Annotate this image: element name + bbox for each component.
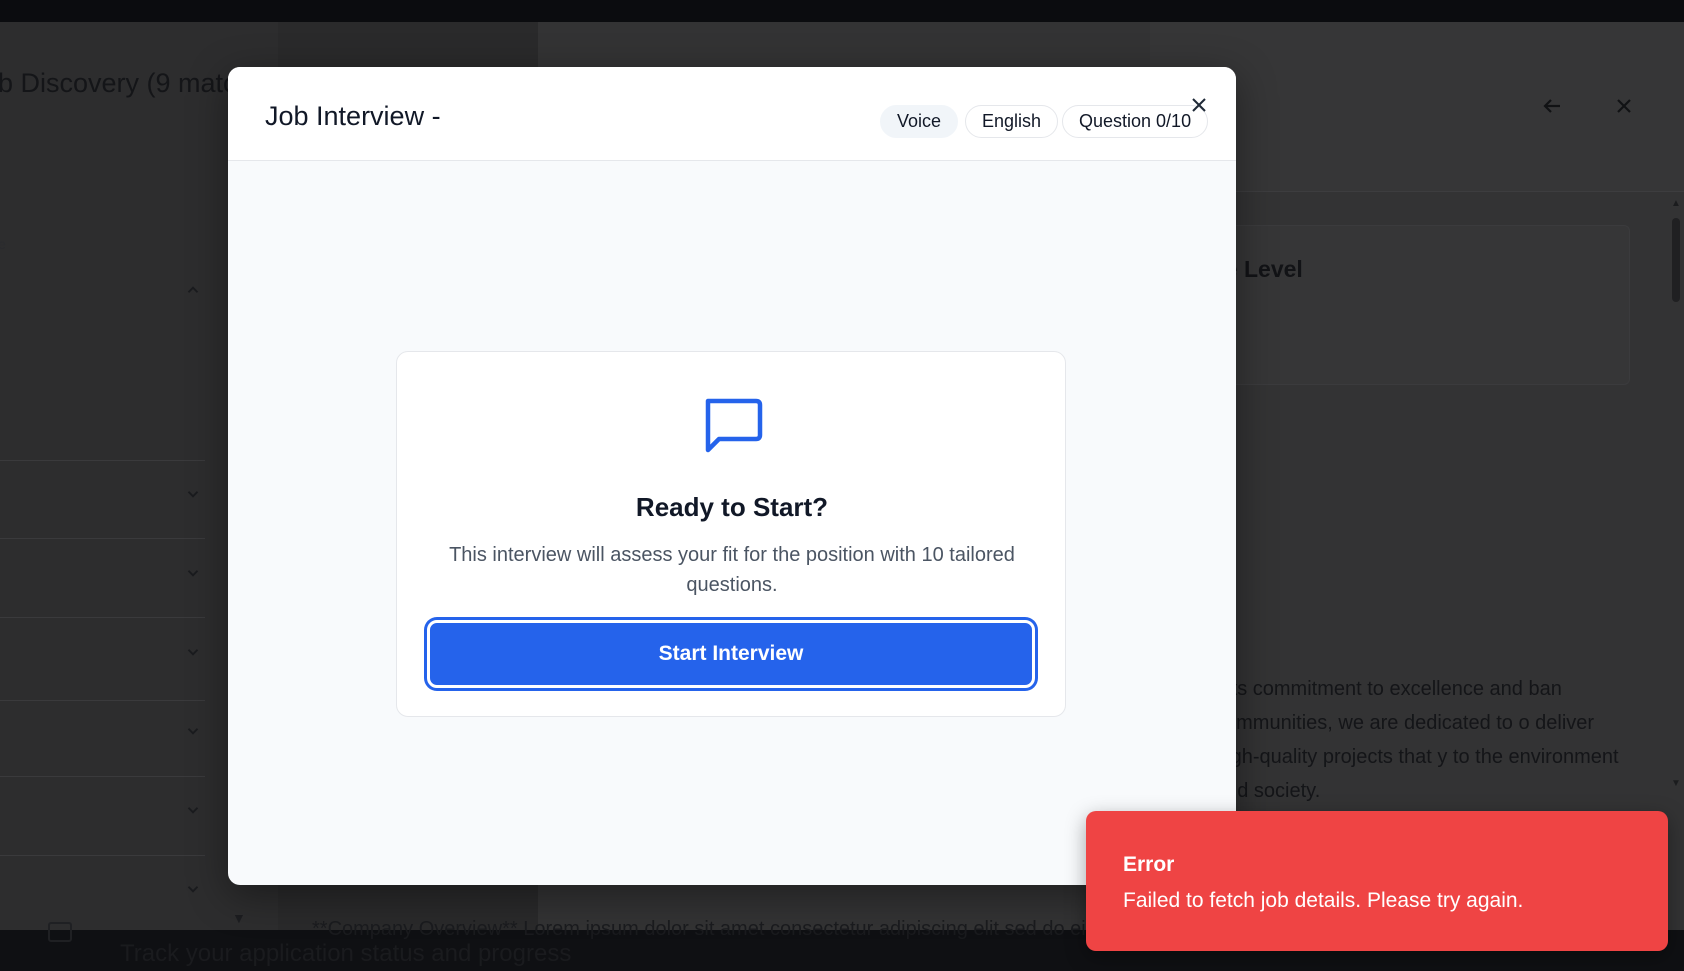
detail-card [1180,225,1630,385]
arrow-left-icon[interactable] [1540,94,1564,118]
chevron-down-icon[interactable] [184,801,202,819]
app-top-bar [0,0,1684,22]
scrollbar-thumb[interactable] [1672,218,1680,302]
chevron-down-icon[interactable] [184,722,202,740]
message-square-icon [699,392,765,458]
modal-title: Job Interview - [265,101,441,131]
sidebar-title: b Discovery (9 matc [0,68,237,98]
clipboard-icon [48,922,72,942]
chevron-up-icon[interactable] [184,281,202,299]
scroll-down-icon[interactable]: ▼ [232,910,246,926]
interview-modal: Job Interview - Voice English Question 0… [228,67,1236,885]
chevron-down-icon[interactable] [184,564,202,582]
language-badge: English [965,105,1059,138]
error-toast[interactable]: Error Failed to fetch job details. Pleas… [1086,811,1668,951]
close-icon[interactable] [1187,93,1211,117]
modal-header: Job Interview - Voice English Question 0… [228,67,1236,161]
toast-message: Failed to fetch job details. Please try … [1123,889,1524,912]
footer-text: Track your application status and progre… [120,940,572,967]
scroll-up-icon[interactable]: ▲ [1671,198,1681,209]
detail-paragraph: r its commitment to excellence and ban c… [1215,678,1619,802]
card-description: This interview will assess your fit for … [449,544,1015,596]
close-icon[interactable] [1612,94,1636,118]
divider [0,776,205,777]
divider [0,617,205,618]
divider [0,460,205,461]
toast-title: Error [1123,853,1175,876]
divider [0,538,205,539]
sidebar-small-text: e [0,236,6,252]
divider [0,700,205,701]
divider [0,855,205,856]
chevron-down-icon[interactable] [184,485,202,503]
start-interview-button[interactable]: Start Interview [427,620,1035,688]
card-title: Ready to Start? [635,492,829,522]
chevron-down-icon[interactable] [184,643,202,661]
mode-badge: Voice [880,105,959,138]
scroll-down-icon[interactable]: ▼ [1671,778,1681,789]
chevron-down-icon[interactable] [184,880,202,898]
ready-card: Ready to Start? This interview will asse… [396,351,1066,717]
company-overview-text: **Company Overview** Lorem ipsum dolor s… [312,918,1112,940]
